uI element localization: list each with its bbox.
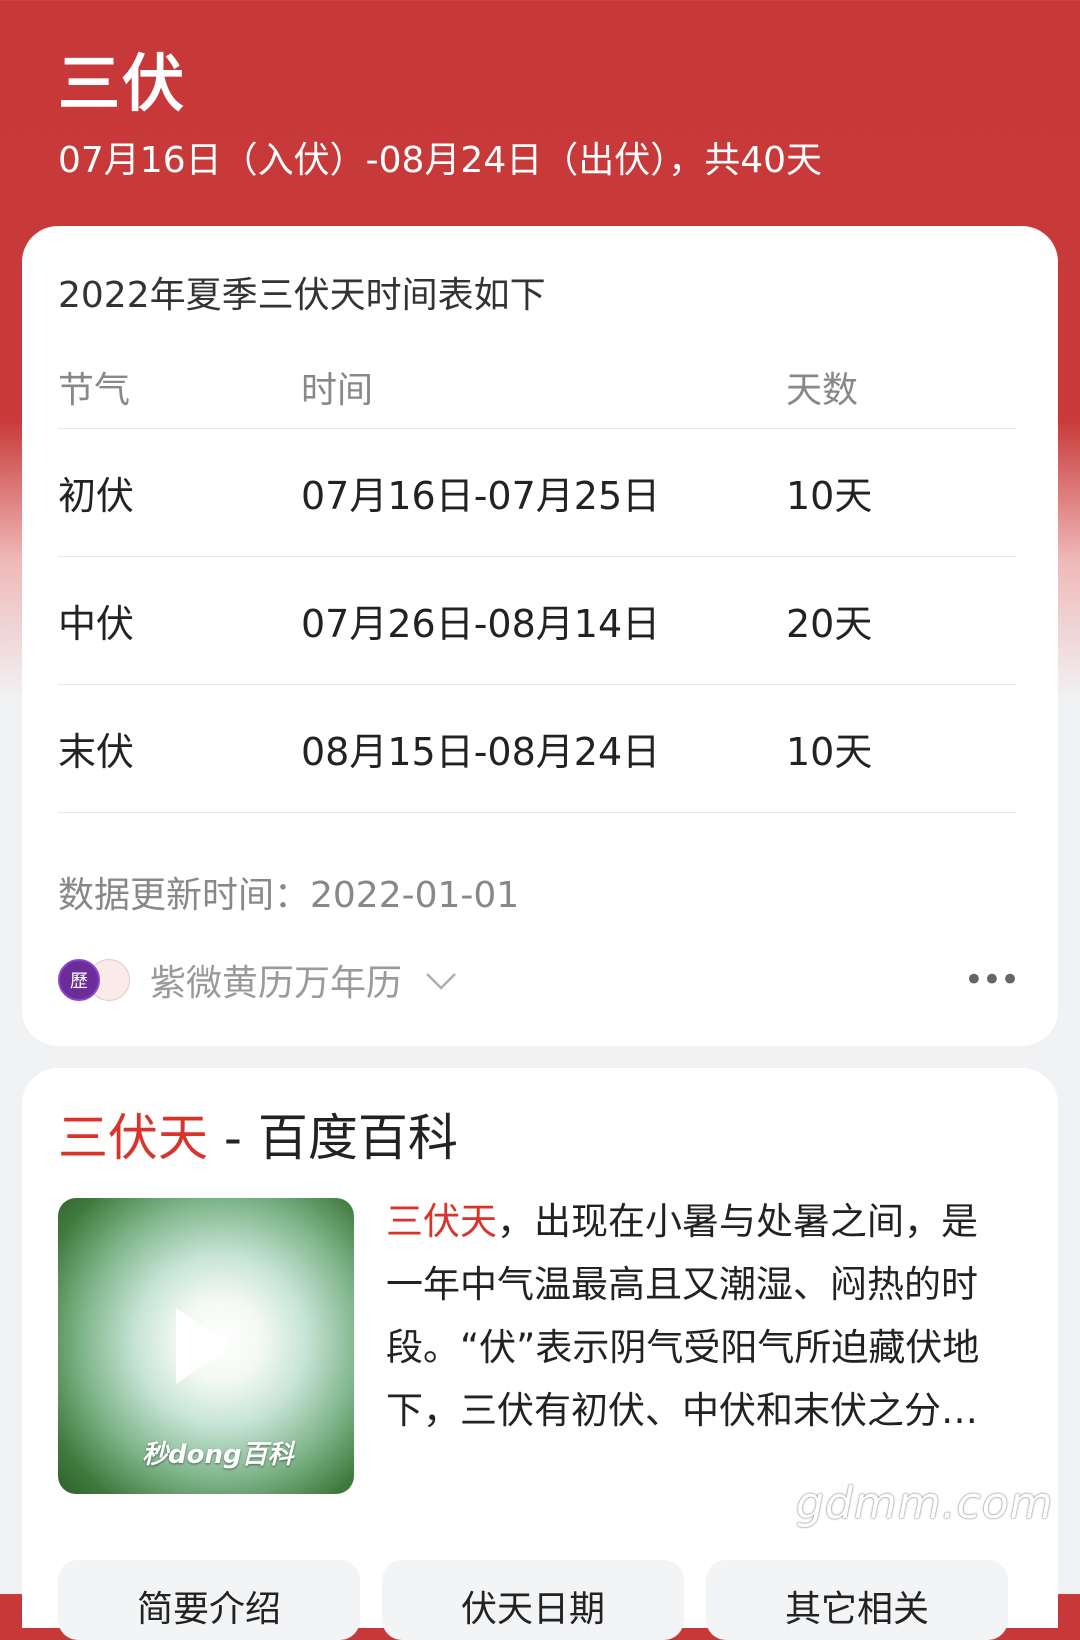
table-header: 节气 时间 天数 — [58, 346, 1016, 429]
video-brand-logo: 秒dong百科 — [142, 1440, 294, 1470]
play-icon[interactable] — [176, 1308, 232, 1384]
section-chips: 简要介绍 伏天日期 其它相关 — [58, 1560, 1008, 1640]
baike-title-source[interactable]: - 百度百科 — [208, 1109, 458, 1167]
baike-description[interactable]: 三伏天，出现在小暑与处暑之间，是一年中气温最高且又潮湿、闷热的时段。“伏”表示阴… — [386, 1190, 1006, 1442]
column-header-term: 节气 — [58, 370, 131, 411]
row-term: 初伏 — [58, 474, 135, 518]
row-days: 10天 — [786, 474, 873, 518]
row-dates: 07月26日-08月14日 — [301, 602, 661, 646]
table-row: 初伏 07月16日-07月25日 10天 — [58, 429, 1016, 557]
chip-other[interactable]: 其它相关 — [706, 1560, 1008, 1640]
table-row: 中伏 07月26日-08月14日 20天 — [58, 557, 1016, 685]
chip-summary[interactable]: 简要介绍 — [58, 1560, 360, 1640]
video-thumbnail[interactable]: 秒dong百科 — [58, 1198, 354, 1494]
source-row[interactable]: 歷 紫微黄历万年历 ••• — [58, 952, 1020, 1008]
more-options-icon[interactable]: ••• — [964, 960, 1020, 1000]
row-dates: 07月16日-07月25日 — [301, 474, 661, 518]
schedule-heading: 2022年夏季三伏天时间表如下 — [58, 275, 546, 316]
row-term: 末伏 — [58, 730, 135, 774]
row-days: 20天 — [786, 602, 873, 646]
description-keyword: 三伏天 — [386, 1200, 497, 1243]
baike-title[interactable]: 三伏天 - 百度百科 — [58, 1098, 458, 1170]
baike-title-keyword[interactable]: 三伏天 — [58, 1109, 208, 1167]
calendar-logo-icon: 歷 — [58, 959, 100, 1001]
watermark: gdmm.com — [796, 1478, 1054, 1529]
page-title: 三伏 — [58, 47, 187, 120]
row-days: 10天 — [786, 730, 873, 774]
chevron-down-icon[interactable] — [424, 963, 458, 997]
source-logo: 歷 — [58, 957, 138, 1003]
column-header-days: 天数 — [786, 370, 859, 411]
column-header-dates: 时间 — [301, 370, 374, 411]
baike-card: 三伏天 - 百度百科 秒dong百科 三伏天，出现在小暑与处暑之间，是一年中气温… — [22, 1068, 1058, 1640]
source-name[interactable]: 紫微黄历万年历 — [150, 954, 402, 1006]
table-row: 末伏 08月15日-08月24日 10天 — [58, 685, 1016, 813]
schedule-card: 2022年夏季三伏天时间表如下 节气 时间 天数 初伏 07月16日-07月25… — [22, 226, 1058, 1046]
schedule-table: 节气 时间 天数 初伏 07月16日-07月25日 10天 中伏 07月26日-… — [58, 346, 1016, 813]
row-dates: 08月15日-08月24日 — [301, 730, 661, 774]
period-summary: 07月16日（入伏）-08月24日（出伏），共40天 — [58, 140, 823, 181]
data-updated-time: 数据更新时间：2022-01-01 — [58, 875, 520, 916]
chip-dog-days-dates[interactable]: 伏天日期 — [382, 1560, 684, 1640]
row-term: 中伏 — [58, 602, 135, 646]
header: 三伏 07月16日（入伏）-08月24日（出伏），共40天 — [58, 44, 822, 186]
